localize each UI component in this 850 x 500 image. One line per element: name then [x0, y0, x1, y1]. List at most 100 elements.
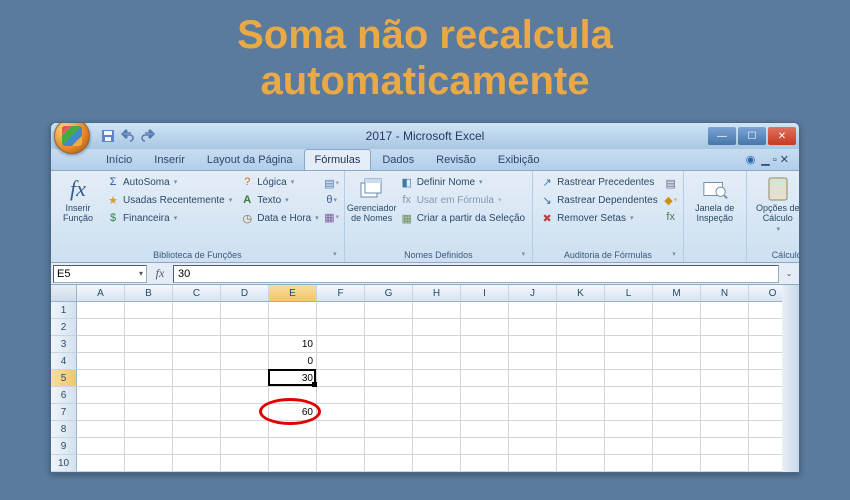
- cell[interactable]: [509, 387, 557, 404]
- name-manager-button[interactable]: Gerenciador de Nomes: [350, 174, 394, 226]
- cell[interactable]: [173, 353, 221, 370]
- cell[interactable]: [461, 302, 509, 319]
- cell[interactable]: [221, 336, 269, 353]
- cell[interactable]: [701, 438, 749, 455]
- cell[interactable]: [365, 370, 413, 387]
- cell[interactable]: [413, 353, 461, 370]
- cell[interactable]: [461, 353, 509, 370]
- row-header[interactable]: 4: [51, 353, 77, 370]
- autosum-button[interactable]: ΣAutoSoma▾: [104, 174, 234, 190]
- cell[interactable]: [221, 438, 269, 455]
- cell[interactable]: [77, 455, 125, 472]
- cell[interactable]: [365, 302, 413, 319]
- cell[interactable]: [653, 353, 701, 370]
- cell[interactable]: [317, 302, 365, 319]
- cell[interactable]: [413, 336, 461, 353]
- cell[interactable]: [125, 387, 173, 404]
- trace-precedents-button[interactable]: ↗Rastrear Precedentes: [538, 174, 660, 190]
- row-header[interactable]: 6: [51, 387, 77, 404]
- cell[interactable]: [653, 455, 701, 472]
- cell[interactable]: [173, 455, 221, 472]
- cell[interactable]: [461, 455, 509, 472]
- cell[interactable]: [557, 302, 605, 319]
- date-time-button[interactable]: ◷Data e Hora▾: [238, 210, 320, 226]
- watch-window-button[interactable]: Janela de Inspeção: [689, 174, 741, 226]
- tab-inserir[interactable]: Inserir: [143, 149, 196, 170]
- cell[interactable]: [77, 421, 125, 438]
- cell[interactable]: [413, 319, 461, 336]
- cell[interactable]: [317, 438, 365, 455]
- cell[interactable]: [701, 421, 749, 438]
- cell[interactable]: [605, 336, 653, 353]
- cell[interactable]: [605, 387, 653, 404]
- cell[interactable]: [221, 370, 269, 387]
- cell[interactable]: [605, 353, 653, 370]
- cell[interactable]: [461, 404, 509, 421]
- cell[interactable]: [653, 387, 701, 404]
- cell[interactable]: [77, 319, 125, 336]
- cell[interactable]: [269, 421, 317, 438]
- cell[interactable]: [125, 455, 173, 472]
- close-button[interactable]: ✕: [768, 127, 796, 145]
- cell[interactable]: [125, 319, 173, 336]
- redo-icon[interactable]: [140, 127, 156, 145]
- calc-options-button[interactable]: Opções de Cálculo▾: [752, 174, 800, 235]
- cell[interactable]: [701, 319, 749, 336]
- cell[interactable]: [173, 404, 221, 421]
- remove-arrows-button[interactable]: ✖Remover Setas▾: [538, 210, 660, 226]
- cell[interactable]: [701, 455, 749, 472]
- cell[interactable]: [509, 455, 557, 472]
- cell[interactable]: [605, 438, 653, 455]
- cell[interactable]: [317, 370, 365, 387]
- cell[interactable]: [509, 319, 557, 336]
- cell[interactable]: [701, 336, 749, 353]
- fx-button[interactable]: fx: [149, 266, 171, 281]
- cell[interactable]: [365, 336, 413, 353]
- help-icon[interactable]: ◉: [746, 153, 756, 166]
- cell[interactable]: [413, 404, 461, 421]
- cell[interactable]: 10: [269, 336, 317, 353]
- evaluate-formula-icon[interactable]: fx: [664, 210, 678, 224]
- cell[interactable]: [701, 387, 749, 404]
- grid[interactable]: 123104053067608910: [51, 302, 799, 472]
- row-header[interactable]: 9: [51, 438, 77, 455]
- more-functions-icon[interactable]: ▦▾: [325, 210, 339, 224]
- cell[interactable]: 0: [269, 353, 317, 370]
- cell[interactable]: [509, 421, 557, 438]
- cell[interactable]: [461, 438, 509, 455]
- cell[interactable]: [461, 319, 509, 336]
- column-header[interactable]: N: [701, 285, 749, 301]
- column-header[interactable]: L: [605, 285, 653, 301]
- cell[interactable]: [413, 421, 461, 438]
- cell[interactable]: [557, 387, 605, 404]
- cell[interactable]: 60: [269, 404, 317, 421]
- save-icon[interactable]: [100, 127, 116, 145]
- cell[interactable]: [125, 370, 173, 387]
- column-header[interactable]: C: [173, 285, 221, 301]
- column-header[interactable]: A: [77, 285, 125, 301]
- cell[interactable]: [173, 336, 221, 353]
- row-header[interactable]: 1: [51, 302, 77, 319]
- cell[interactable]: [317, 387, 365, 404]
- cell[interactable]: [653, 302, 701, 319]
- cell[interactable]: [413, 370, 461, 387]
- column-header[interactable]: J: [509, 285, 557, 301]
- cell[interactable]: 30: [269, 370, 317, 387]
- cell[interactable]: [605, 302, 653, 319]
- cell[interactable]: [77, 353, 125, 370]
- cell[interactable]: [653, 370, 701, 387]
- cell[interactable]: [125, 302, 173, 319]
- cell[interactable]: [269, 302, 317, 319]
- cell[interactable]: [461, 370, 509, 387]
- column-header[interactable]: K: [557, 285, 605, 301]
- cell[interactable]: [701, 302, 749, 319]
- insert-function-button[interactable]: fx Inserir Função: [56, 174, 100, 226]
- select-all-corner[interactable]: [51, 285, 77, 301]
- recently-used-button[interactable]: ★Usadas Recentemente▾: [104, 192, 234, 208]
- use-in-formula-button[interactable]: fxUsar em Fórmula▾: [398, 192, 527, 208]
- cell[interactable]: [77, 404, 125, 421]
- tab-início[interactable]: Início: [95, 149, 143, 170]
- create-from-selection-button[interactable]: ▦Criar a partir da Seleção: [398, 210, 527, 226]
- cell[interactable]: [653, 404, 701, 421]
- cell[interactable]: [557, 336, 605, 353]
